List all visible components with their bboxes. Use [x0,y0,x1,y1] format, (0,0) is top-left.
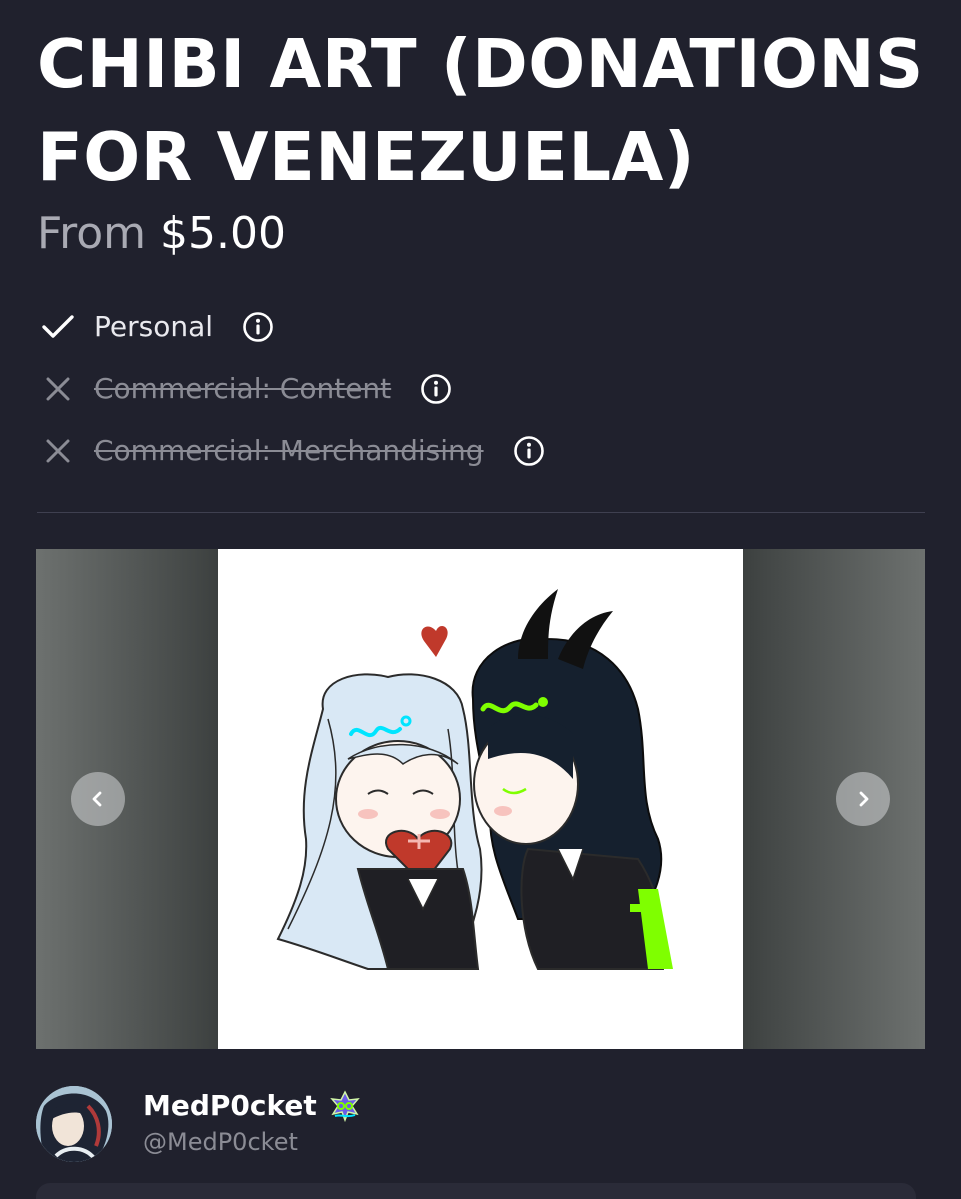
avatar[interactable] [36,1086,112,1162]
x-icon [37,368,79,410]
license-list: Personal Commercial: Content Commercial:… [37,296,737,482]
creator-name[interactable]: MedP0cket [143,1089,317,1123]
info-icon[interactable] [419,372,453,406]
creator-info: MedP0cket @MedP0cket [143,1089,363,1159]
gallery-prev-button[interactable] [71,772,125,826]
info-icon[interactable] [241,310,275,344]
license-label: Commercial: Merchandising [94,434,484,467]
price-line: From $5.00 [37,206,286,262]
creator-card[interactable]: MedP0cket @MedP0cket [36,1082,363,1166]
check-icon [37,306,79,348]
x-icon [37,430,79,472]
section-divider [37,512,925,513]
creator-name-row: MedP0cket [143,1089,363,1123]
chevron-left-icon [92,791,102,807]
info-icon[interactable] [512,434,546,468]
listing-page: CHIBI ART (DONATIONS FOR VENEZUELA) From… [0,0,961,1199]
license-label: Commercial: Content [94,372,392,405]
chibi-art-illustration [218,549,743,1049]
chevron-right-icon [859,791,869,807]
gallery-image[interactable] [218,549,743,1049]
price-prefix: From [37,208,147,259]
sparkle-badge-icon [329,1090,360,1122]
bottom-panel [36,1183,916,1199]
license-item-commercial-merchandising: Commercial: Merchandising [37,420,737,482]
gallery-next-button[interactable] [836,772,890,826]
license-item-personal: Personal [37,296,737,358]
price-amount: $5.00 [160,208,286,259]
image-gallery[interactable] [36,549,925,1049]
listing-title: CHIBI ART (DONATIONS FOR VENEZUELA) [37,25,924,196]
license-item-commercial-content: Commercial: Content [37,358,737,420]
creator-handle: @MedP0cket [143,1128,298,1156]
license-label: Personal [94,310,214,343]
